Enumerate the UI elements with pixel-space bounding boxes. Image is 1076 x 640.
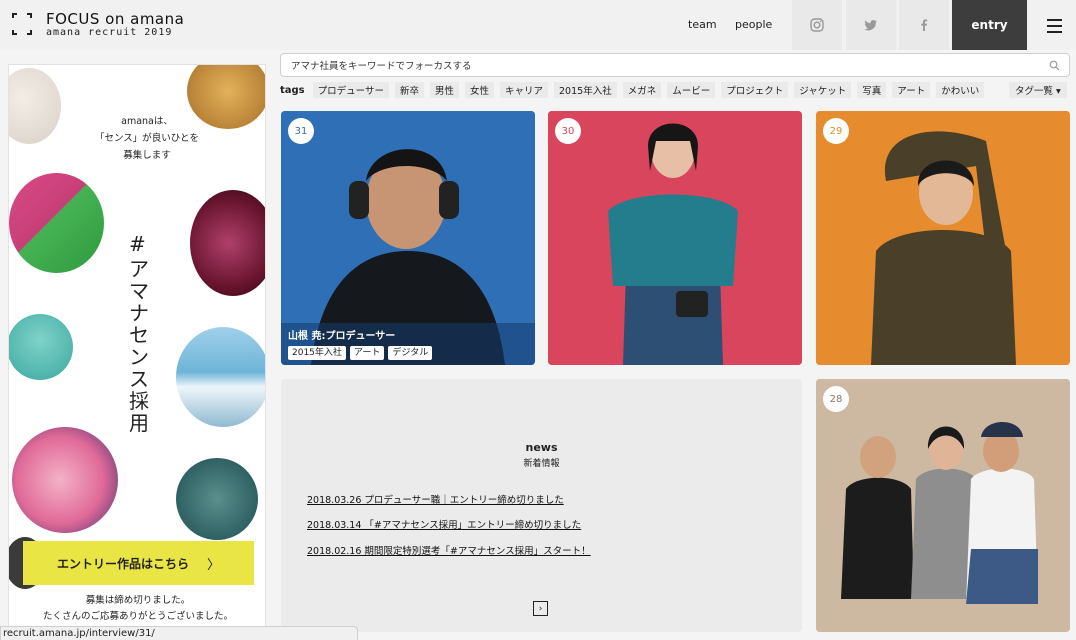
vertical-title-char: マ xyxy=(129,279,149,303)
tag-chip[interactable]: 2015年入社 xyxy=(554,82,617,98)
campaign-copy: amanaは、 「センス」が良いひとを 募集します xyxy=(87,113,207,164)
campaign-copy-line1: amanaは、 xyxy=(121,116,173,127)
tag-chip[interactable]: 写真 xyxy=(857,82,887,98)
search-bar xyxy=(280,53,1070,78)
profile-card-30[interactable]: 30 xyxy=(548,111,802,365)
card-tags: 2015年入社 アート デジタル xyxy=(288,346,436,360)
photo-dancer xyxy=(9,173,104,273)
entry-works-label: エントリー作品はこちら xyxy=(56,556,189,571)
photo-mountain xyxy=(176,327,265,427)
photo-rocks xyxy=(176,458,258,540)
news-item[interactable]: 2018.03.26 プロデューサー職｜エントリー締め切りました xyxy=(307,492,564,506)
person-photo xyxy=(816,111,1070,365)
entry-button[interactable]: entry xyxy=(952,0,1027,50)
hamburger-menu-icon[interactable] xyxy=(1040,16,1068,36)
facebook-icon xyxy=(921,19,928,31)
nav-team-link[interactable]: team xyxy=(688,18,717,31)
card-number-badge: 28 xyxy=(823,386,849,412)
tags-label: tags xyxy=(280,84,305,96)
tag-chip[interactable]: ムービー xyxy=(667,82,716,98)
nav-people-link[interactable]: people xyxy=(735,18,772,31)
person-photo xyxy=(548,111,802,365)
tag-chip[interactable]: 女性 xyxy=(464,82,494,98)
entry-works-button[interactable]: エントリー作品はこちら 〉 xyxy=(23,541,254,585)
tag-chip[interactable]: ジャケット xyxy=(794,82,852,98)
photo-hand xyxy=(9,68,61,144)
news-title: news xyxy=(525,441,558,454)
closed-notice: 募集は締め切りました。 たくさんのご応募ありがとうございました。 xyxy=(9,593,265,625)
news-item[interactable]: 2018.03.14 「#アマナセンス採用」エントリー締め切りました xyxy=(307,517,581,531)
profile-card-29[interactable]: 29 xyxy=(816,111,1070,365)
card-tag[interactable]: アート xyxy=(349,346,385,360)
focus-bracket-icon[interactable] xyxy=(12,13,32,35)
browser-status-url: recruit.amana.jp/interview/31/ xyxy=(0,626,358,640)
tags-row: tags プロデューサー 新卒 男性 女性 キャリア 2015年入社 メガネ ムービー プロジェ… xyxy=(280,82,990,98)
vertical-title-char: ナ xyxy=(129,301,149,325)
twitter-button[interactable] xyxy=(846,0,896,50)
campaign-copy-line2: 「センス」が良いひとを xyxy=(94,133,200,144)
closed-line2: たくさんのご応募ありがとうございました。 xyxy=(42,611,233,622)
tag-chip[interactable]: メガネ xyxy=(622,82,662,98)
site-header: FOCUS on amana amana recruit 2019 team p… xyxy=(0,0,1076,50)
photo-jumper xyxy=(9,314,73,380)
news-subtitle: 新着情報 xyxy=(523,459,560,469)
vertical-title-char: ス xyxy=(129,367,149,391)
twitter-icon xyxy=(864,20,877,31)
vertical-title-char: ン xyxy=(129,345,149,369)
tag-chip[interactable]: アート xyxy=(892,82,931,98)
hashtag-mark: # xyxy=(129,232,146,256)
tag-list-label: タグ一覧 xyxy=(1015,86,1054,97)
card-number-badge: 30 xyxy=(555,118,581,144)
profile-card-31[interactable]: 31 山根 尭:プロデューサー 2015年入社 アート デジタル xyxy=(281,111,535,365)
tag-chip[interactable]: かわいい xyxy=(936,82,985,98)
profile-card-28[interactable]: 28 xyxy=(816,379,1070,632)
facebook-button[interactable] xyxy=(899,0,949,50)
news-panel: news 新着情報 2018.03.26 プロデューサー職｜エントリー締め切りま… xyxy=(281,379,802,632)
tag-chip[interactable]: 新卒 xyxy=(394,82,424,98)
tag-chip[interactable]: プロデューサー xyxy=(312,82,389,98)
caret-down-icon: ▾ xyxy=(1056,86,1061,97)
group-photo xyxy=(816,379,1070,632)
card-name: 山根 尭:プロデューサー xyxy=(288,331,396,342)
search-input[interactable] xyxy=(281,55,1021,78)
sidebar-campaign: amanaは、 「センス」が良いひとを 募集します # アマナセンス採用 エント… xyxy=(8,64,266,640)
chevron-right-icon[interactable]: › xyxy=(533,601,548,616)
vertical-title-char: セ xyxy=(129,323,149,347)
logo-title[interactable]: FOCUS on amana xyxy=(46,10,184,28)
instagram-button[interactable] xyxy=(792,0,842,50)
search-icon[interactable] xyxy=(1049,60,1060,71)
vertical-campaign-title: アマナセンス採用 xyxy=(127,258,151,434)
card-tag[interactable]: 2015年入社 xyxy=(288,346,346,360)
card-number-badge: 31 xyxy=(288,118,314,144)
photo-costume xyxy=(12,427,118,533)
tag-list-dropdown[interactable]: タグ一覧 ▾ xyxy=(1009,82,1067,98)
closed-line1: 募集は締め切りました。 xyxy=(85,595,191,606)
chevron-right-icon: 〉 xyxy=(207,557,221,573)
tag-chip[interactable]: プロジェクト xyxy=(721,82,789,98)
card-number-badge: 29 xyxy=(823,118,849,144)
tag-chip[interactable]: 男性 xyxy=(429,82,459,98)
campaign-copy-line3: 募集します xyxy=(123,150,171,161)
vertical-title-char: ア xyxy=(129,257,149,281)
news-item[interactable]: 2018.02.16 期間限定特別選考「#アマナセンス採用」スタート！ xyxy=(307,543,591,557)
instagram-icon xyxy=(810,18,824,32)
photo-flower xyxy=(190,190,265,296)
logo-subtitle: amana recruit 2019 xyxy=(46,27,173,38)
card-tag[interactable]: デジタル xyxy=(388,346,433,360)
vertical-title-char: 用 xyxy=(129,411,149,435)
vertical-title-char: 採 xyxy=(129,389,149,413)
tag-chip[interactable]: キャリア xyxy=(500,82,549,98)
tag-list: プロデューサー 新卒 男性 女性 キャリア 2015年入社 メガネ ムービー プロジェクト ジャケ… xyxy=(312,82,991,98)
